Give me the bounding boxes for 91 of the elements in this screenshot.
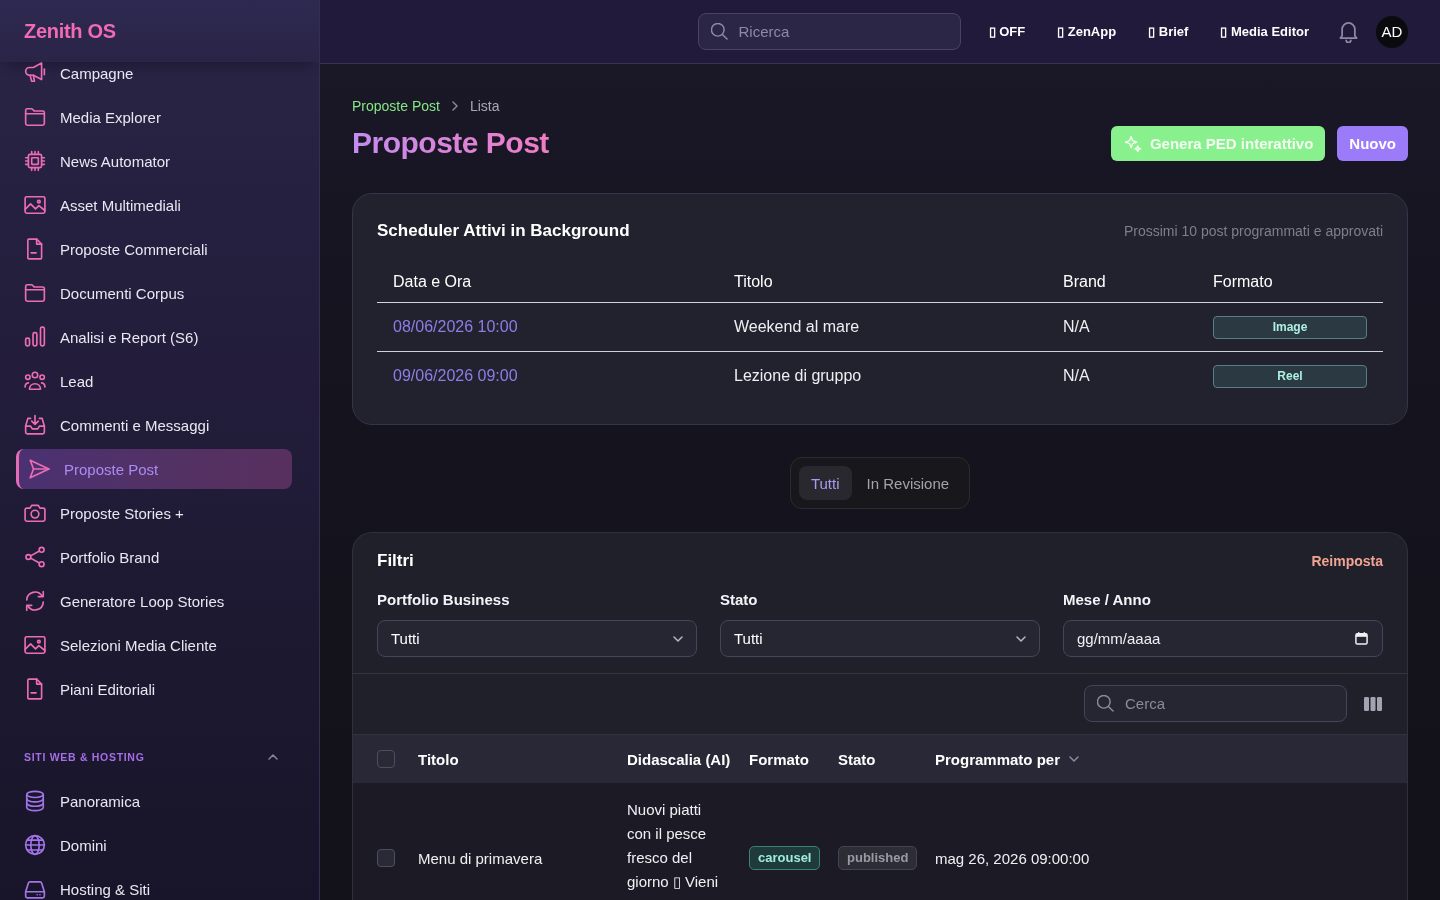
sidebar-item[interactable]: Lead bbox=[16, 370, 292, 392]
app-name: Zenith OS bbox=[24, 19, 116, 43]
section-title: Filtri bbox=[377, 551, 414, 571]
quick-link[interactable]: ▯ OFF bbox=[972, 18, 1042, 45]
sidebar-item[interactable]: Generatore Loop Stories bbox=[16, 590, 292, 612]
card-subtitle: Prossimi 10 post programmati e approvati bbox=[1123, 223, 1383, 239]
column-header: Brand bbox=[1047, 262, 1197, 303]
status-badge: published bbox=[838, 846, 918, 870]
chevron-down-icon bbox=[1015, 635, 1027, 642]
sparkle-icon bbox=[1123, 134, 1142, 153]
breadcrumb-link[interactable]: Proposte Post bbox=[352, 98, 440, 114]
sidebar-item[interactable]: Piani Editoriali bbox=[16, 678, 292, 700]
sidebar-item[interactable]: Hosting & Siti bbox=[16, 878, 292, 900]
sidebar-item[interactable]: Panoramica bbox=[16, 790, 292, 812]
sidebar-item[interactable]: Proposte Stories + bbox=[16, 502, 292, 524]
sidebar-item[interactable]: Selezioni Media Cliente bbox=[16, 634, 292, 656]
table-cell: N/A bbox=[1047, 351, 1197, 400]
sidebar-item[interactable]: Proposte Commerciali bbox=[16, 238, 292, 260]
table-cell: 08/06/2026 10:00 bbox=[377, 302, 718, 352]
card-title: Scheduler Attivi in Background bbox=[377, 221, 630, 241]
sidebar-item[interactable]: Domini bbox=[16, 834, 292, 856]
format-badge: Image bbox=[1213, 315, 1367, 339]
table-cell-text: Menu di primavera bbox=[418, 848, 543, 869]
select-field[interactable]: Tutti bbox=[377, 620, 697, 657]
reset-link[interactable]: Reimposta bbox=[1311, 553, 1383, 569]
tab[interactable]: Tutti bbox=[798, 466, 852, 500]
search-icon bbox=[1097, 695, 1114, 712]
database-icon bbox=[24, 790, 46, 812]
columns-icon[interactable] bbox=[1364, 696, 1382, 711]
search-field[interactable]: Cerca bbox=[1084, 685, 1347, 722]
field-label: Portfolio Business bbox=[377, 590, 511, 610]
search-icon bbox=[710, 23, 728, 40]
search-field[interactable]: Ricerca bbox=[697, 13, 961, 50]
table-cell: Weekend al mare bbox=[718, 302, 1047, 352]
globe-icon bbox=[24, 834, 46, 856]
chevron-right-icon bbox=[451, 101, 458, 111]
share-icon bbox=[24, 546, 46, 568]
users-icon bbox=[24, 370, 46, 392]
bell-icon[interactable] bbox=[1339, 20, 1358, 43]
column-header: Didascalia (AI) bbox=[627, 750, 731, 768]
field-label: Mese / Anno bbox=[1063, 590, 1152, 610]
chevron-down-icon bbox=[672, 635, 684, 642]
bar-chart-icon bbox=[24, 326, 46, 348]
sidebar-item[interactable]: Asset Multimediali bbox=[16, 194, 292, 216]
chip-icon bbox=[24, 150, 46, 172]
sidebar-item[interactable]: Campagne bbox=[16, 62, 292, 84]
chevron-up-icon[interactable] bbox=[267, 754, 279, 760]
refresh-icon bbox=[24, 590, 46, 612]
calendar-icon bbox=[1355, 632, 1368, 645]
column-header: Data e Ora bbox=[377, 262, 718, 303]
inbox-icon bbox=[24, 414, 46, 436]
sort-header[interactable]: Programmato per bbox=[935, 750, 1081, 768]
user-avatar[interactable]: AD bbox=[1376, 15, 1408, 48]
quick-link[interactable]: ▯ Media Editor bbox=[1204, 18, 1325, 45]
format-badge: Reel bbox=[1213, 364, 1367, 388]
field-label: Stato bbox=[720, 590, 759, 610]
column-header: Formato bbox=[1197, 262, 1383, 303]
checkbox[interactable] bbox=[377, 750, 395, 768]
section-title: SITI WEB & HOSTING bbox=[24, 751, 145, 763]
paper-plane-icon bbox=[28, 458, 50, 480]
breadcrumb-current: Lista bbox=[469, 98, 500, 114]
sidebar-item[interactable]: Analisi e Report (S6) bbox=[16, 326, 292, 348]
format-badge: carousel bbox=[749, 846, 821, 870]
date-field[interactable]: gg/mm/aaaa bbox=[1063, 620, 1383, 657]
sidebar-item[interactable]: Proposte Post bbox=[16, 449, 292, 489]
image-icon bbox=[24, 634, 46, 656]
sidebar-item[interactable]: Documenti Corpus bbox=[16, 282, 292, 304]
column-header: Stato bbox=[838, 750, 876, 768]
sidebar-item[interactable]: News Automator bbox=[16, 150, 292, 172]
checkbox[interactable] bbox=[377, 849, 395, 867]
sidebar-item[interactable]: Commenti e Messaggi bbox=[16, 414, 292, 436]
camera-icon bbox=[24, 502, 46, 524]
sidebar-item[interactable]: Portfolio Brand bbox=[16, 546, 292, 568]
quick-link[interactable]: ▯ ZenApp bbox=[1041, 18, 1133, 45]
sidebar-item[interactable]: Media Explorer bbox=[16, 106, 292, 128]
megaphone-icon bbox=[24, 62, 46, 84]
column-header: Titolo bbox=[418, 750, 459, 768]
folder-icon bbox=[24, 106, 46, 128]
column-header: Titolo bbox=[718, 262, 1047, 303]
quick-link[interactable]: ▯ Brief bbox=[1132, 18, 1205, 45]
table-cell: 09/06/2026 09:00 bbox=[377, 351, 718, 400]
image-icon bbox=[24, 194, 46, 216]
table-cell-text: Nuovi piatti con il pesce fresco del giorno ▯ Vieni bbox=[627, 800, 720, 892]
folder-icon bbox=[24, 282, 46, 304]
hard-drive-icon bbox=[24, 878, 46, 900]
table-cell: Lezione di gruppo bbox=[718, 351, 1047, 400]
tab[interactable]: In Revisione bbox=[854, 466, 962, 500]
table-cell: N/A bbox=[1047, 302, 1197, 352]
column-header: Formato bbox=[749, 750, 809, 768]
select-field[interactable]: Tutti bbox=[720, 620, 1040, 657]
table-cell-text: mag 26, 2026 09:00:00 bbox=[935, 848, 1090, 869]
